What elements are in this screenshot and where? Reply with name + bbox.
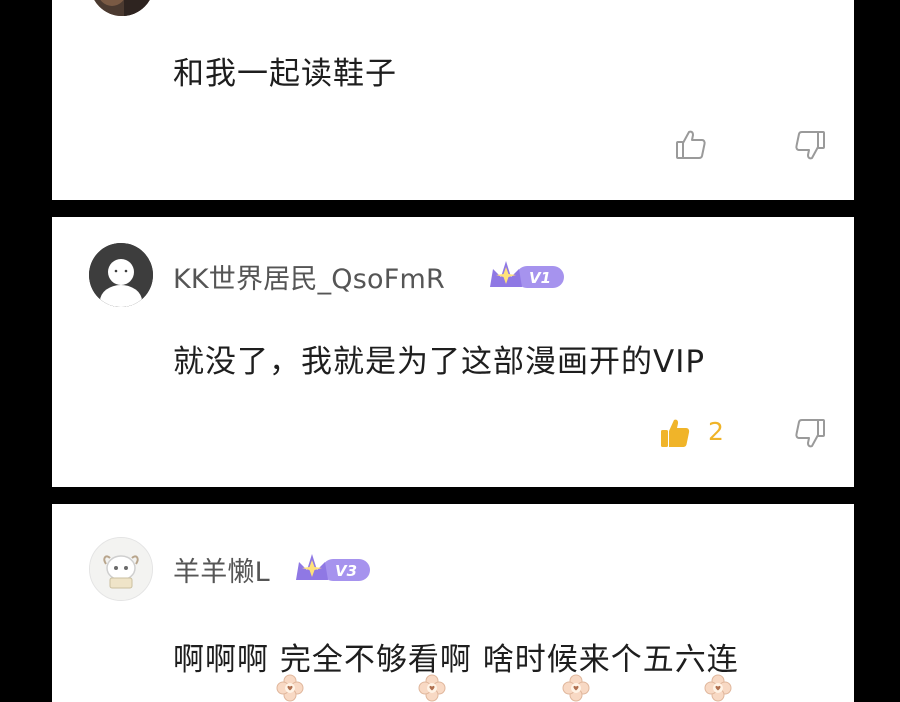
- flower-emoji-icon: [276, 674, 304, 702]
- avatar[interactable]: [89, 243, 153, 307]
- comment-text: 和我一起读鞋子: [173, 56, 397, 92]
- flower-emoji-icon: [562, 674, 590, 702]
- comment-text: 就没了，我就是为了这部漫画开的VIP: [173, 344, 706, 380]
- flower-emoji-icon: [704, 674, 732, 702]
- like-count: 2: [708, 417, 724, 446]
- flower-emoji-icon: [418, 674, 446, 702]
- avatar[interactable]: [89, 537, 153, 601]
- thumbs-up-icon[interactable]: [658, 416, 692, 450]
- comment-card: 和我一起读鞋子: [52, 0, 854, 200]
- crown-vip-badge-icon: V1: [486, 255, 566, 295]
- comment-feed: 和我一起读鞋子 KK世界居民_QsoFmR V1 就没了，我就是为了这部漫画开的…: [0, 0, 900, 702]
- badge-level: V1: [529, 269, 551, 287]
- thumbs-up-icon[interactable]: [674, 128, 708, 162]
- comment-card: 羊羊懒L V3 啊啊啊 完全不够看啊 啥时候来个五六连: [52, 504, 854, 702]
- thumbs-down-icon[interactable]: [793, 416, 827, 450]
- username[interactable]: 羊羊懒L: [173, 550, 270, 589]
- comment-card: KK世界居民_QsoFmR V1 就没了，我就是为了这部漫画开的VIP 2: [52, 217, 854, 487]
- comment-text: 啊啊啊 完全不够看啊 啥时候来个五六连: [173, 642, 739, 678]
- reaction-emoji-row: [276, 674, 736, 702]
- avatar[interactable]: [90, 0, 154, 16]
- username[interactable]: KK世界居民_QsoFmR: [173, 257, 445, 296]
- crown-vip-badge-icon: V3: [292, 548, 372, 588]
- badge-level: V3: [335, 562, 357, 580]
- thumbs-down-icon[interactable]: [793, 128, 827, 162]
